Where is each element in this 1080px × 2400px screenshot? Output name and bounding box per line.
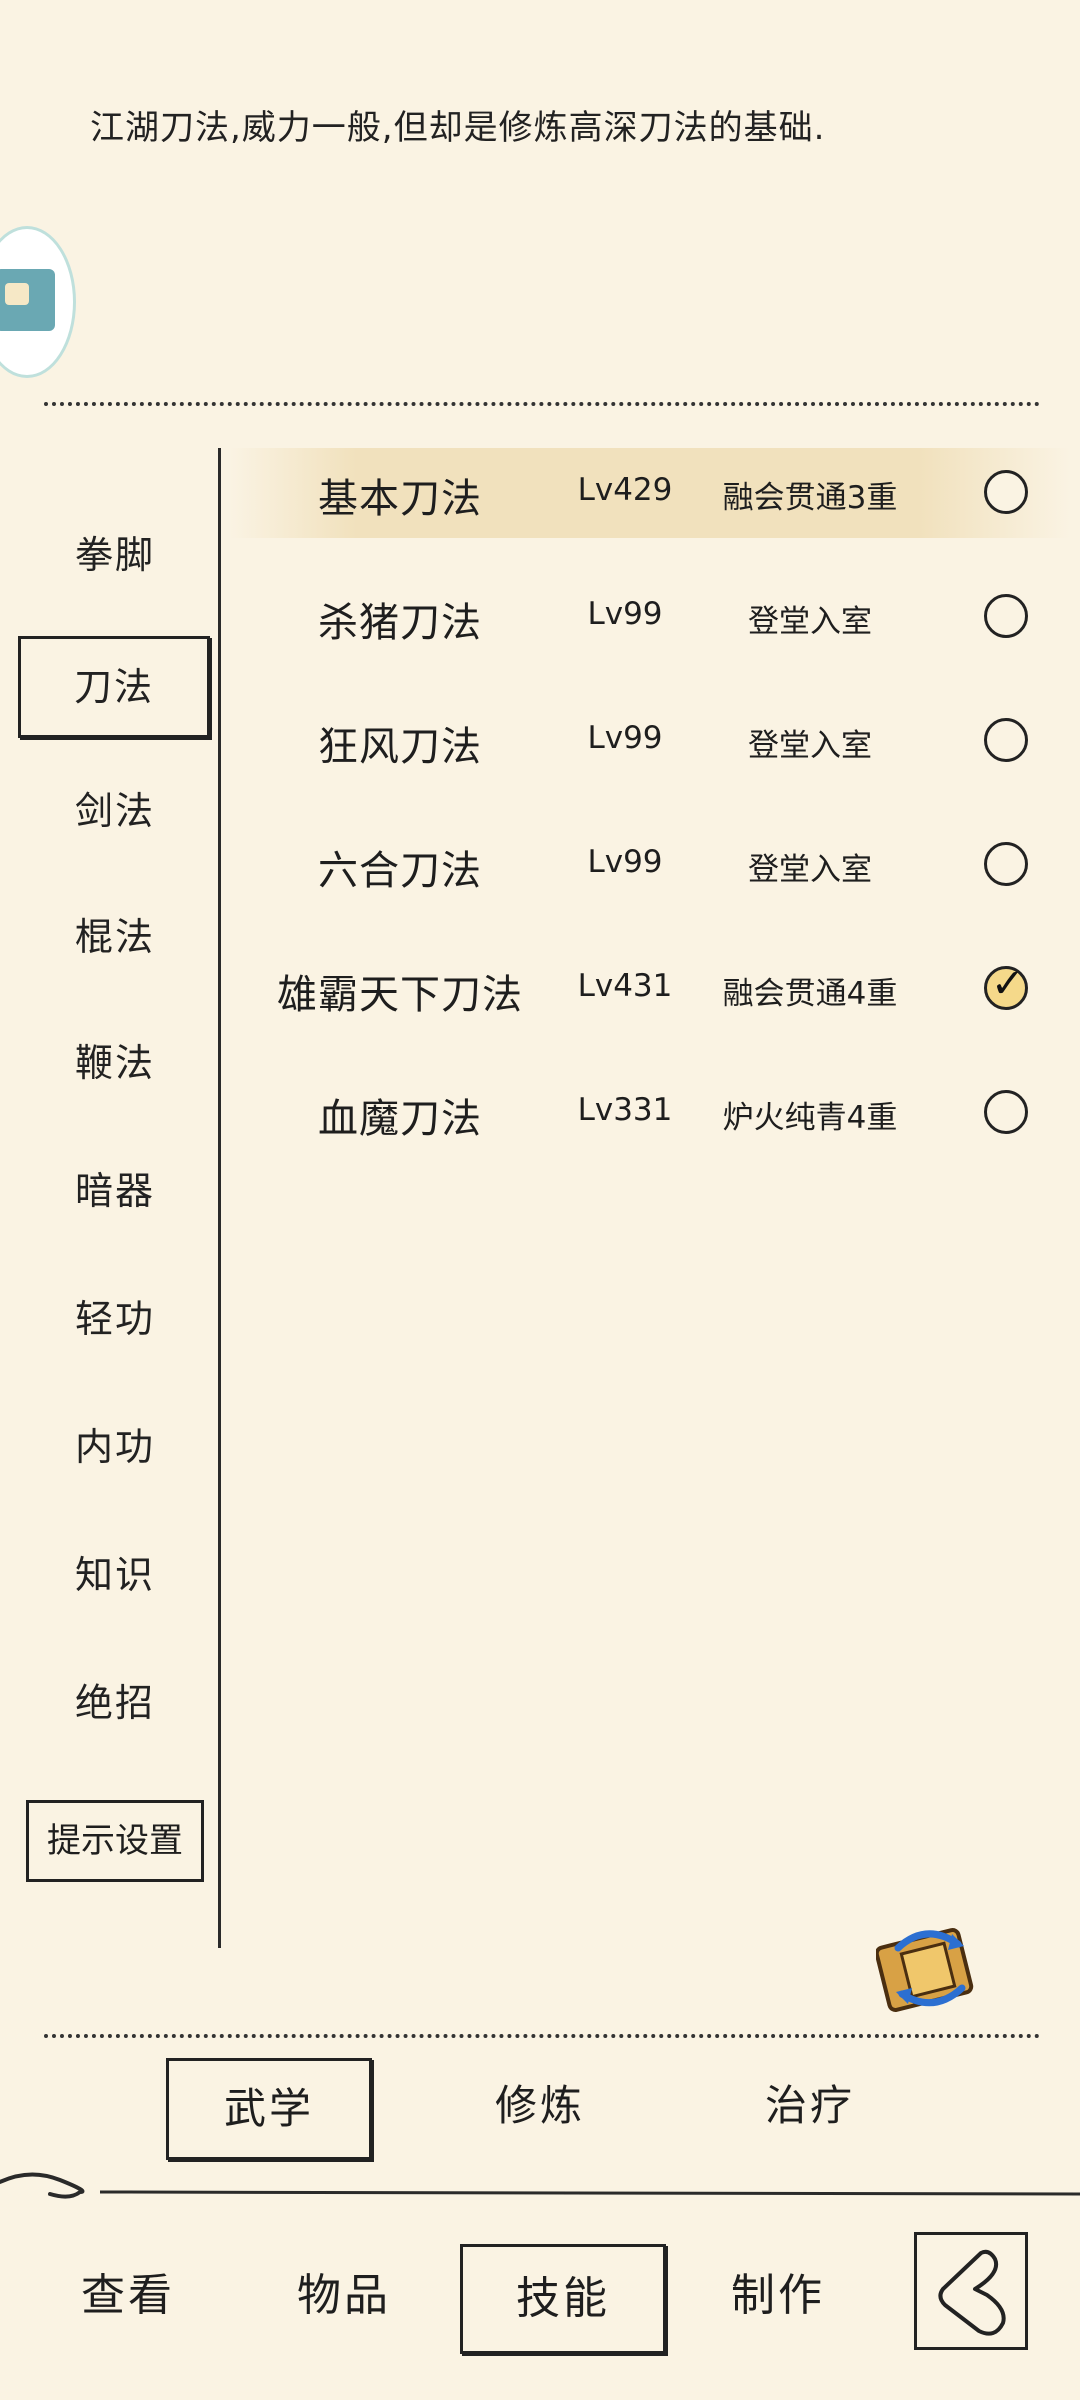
skill-row[interactable]: 狂风刀法 Lv99 登堂入室 <box>230 696 1070 786</box>
category-tab-anqi[interactable]: 暗器 <box>30 1156 200 1226</box>
skill-level: Lv99 <box>587 720 663 756</box>
skill-status: 融会贯通4重 <box>722 976 898 1012</box>
category-tab-quanjiao[interactable]: 拳脚 <box>30 520 200 590</box>
nav-tab-chakan[interactable]: 查看 <box>28 2244 228 2348</box>
category-tab-juezhao[interactable]: 绝招 <box>30 1668 200 1738</box>
sidebar-divider <box>218 448 221 1948</box>
scroll-swap-icon[interactable] <box>874 1918 984 2018</box>
skill-select-radio[interactable] <box>984 594 1028 638</box>
back-button[interactable] <box>914 2232 1028 2350</box>
skill-status: 炉火纯青4重 <box>722 1100 898 1136</box>
skill-description: 江湖刀法,威力一般,但却是修炼高深刀法的基础. <box>90 108 826 148</box>
skill-level: Lv431 <box>577 968 673 1004</box>
skill-level: Lv331 <box>577 1092 673 1128</box>
nav-tab-wupin[interactable]: 物品 <box>244 2244 444 2348</box>
category-tab-qinggong[interactable]: 轻功 <box>30 1284 200 1354</box>
skill-select-radio[interactable] <box>984 1090 1028 1134</box>
skill-select-radio[interactable] <box>984 842 1028 886</box>
category-tab-zhishi[interactable]: 知识 <box>30 1540 200 1610</box>
skill-status: 融会贯通3重 <box>722 480 898 516</box>
top-divider <box>44 402 1040 406</box>
sub-tab-zhiliao[interactable]: 治疗 <box>710 2058 910 2154</box>
skill-row[interactable]: 杀猪刀法 Lv99 登堂入室 <box>230 572 1070 662</box>
category-tab-jianfa[interactable]: 剑法 <box>30 776 200 846</box>
brush-divider <box>0 2172 1080 2199</box>
bottom-divider <box>44 2034 1040 2038</box>
skill-name: 狂风刀法 <box>318 724 482 770</box>
skill-name: 血魔刀法 <box>318 1096 482 1142</box>
skill-status: 登堂入室 <box>748 852 872 888</box>
nav-tab-zhizuo[interactable]: 制作 <box>678 2244 878 2348</box>
skill-select-radio[interactable] <box>984 470 1028 514</box>
skill-row[interactable]: 雄霸天下刀法 Lv431 融会贯通4重 ✓ <box>230 944 1070 1034</box>
category-tab-daofa[interactable]: 刀法 <box>18 636 210 738</box>
category-tab-neigong[interactable]: 内功 <box>30 1412 200 1482</box>
skill-level: Lv99 <box>587 596 663 632</box>
sub-tab-xiulian[interactable]: 修炼 <box>440 2058 640 2154</box>
skill-row[interactable]: 血魔刀法 Lv331 炉火纯青4重 <box>230 1068 1070 1158</box>
skill-name: 雄霸天下刀法 <box>277 972 523 1018</box>
skill-name: 杀猪刀法 <box>318 600 482 646</box>
nav-tab-jineng[interactable]: 技能 <box>460 2244 666 2354</box>
house-avatar-icon[interactable] <box>0 226 76 378</box>
skill-select-radio[interactable] <box>984 718 1028 762</box>
check-icon: ✓ <box>991 961 1025 1007</box>
skill-name: 基本刀法 <box>318 476 482 522</box>
back-arrow-icon <box>938 2249 1006 2336</box>
skill-name: 六合刀法 <box>318 848 482 894</box>
skill-row[interactable]: 基本刀法 Lv429 融会贯通3重 <box>230 448 1070 538</box>
skill-status: 登堂入室 <box>748 728 872 764</box>
skill-select-radio[interactable]: ✓ <box>984 961 1028 1010</box>
category-tab-bianfa[interactable]: 鞭法 <box>30 1028 200 1098</box>
skill-level: Lv99 <box>587 844 663 880</box>
skill-status: 登堂入室 <box>748 604 872 640</box>
category-tab-gunfa[interactable]: 棍法 <box>30 902 200 972</box>
skill-row[interactable]: 六合刀法 Lv99 登堂入室 <box>230 820 1070 910</box>
sub-tab-wuxue[interactable]: 武学 <box>166 2058 372 2160</box>
hint-settings-button[interactable]: 提示设置 <box>26 1800 204 1882</box>
skill-level: Lv429 <box>577 472 673 508</box>
